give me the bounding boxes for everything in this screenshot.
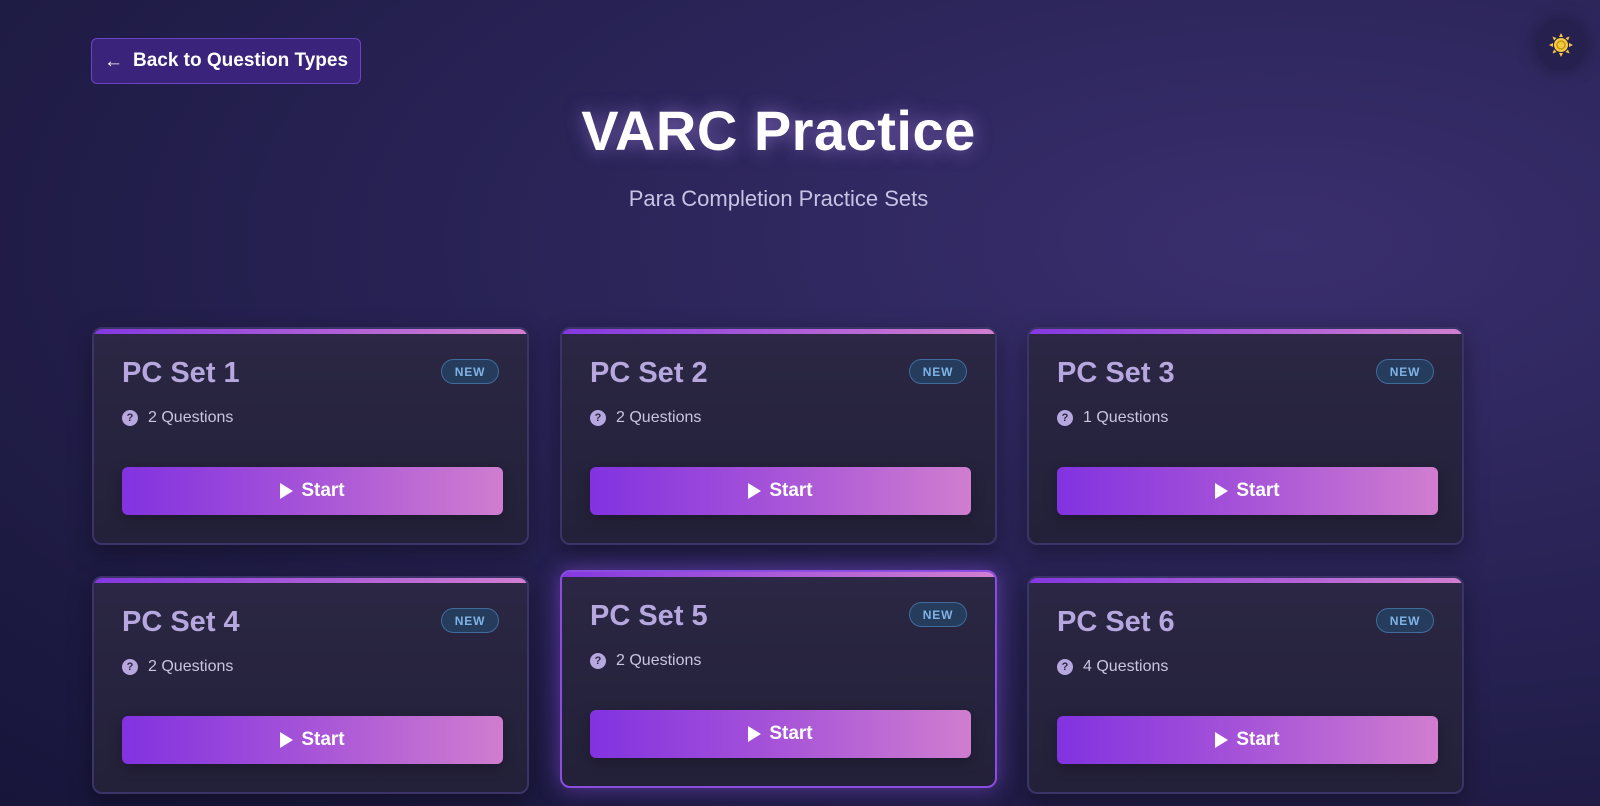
card-accent-bar [562, 572, 995, 577]
new-badge: NEW [909, 602, 967, 627]
question-count: ? 2 Questions [122, 409, 233, 427]
question-count-label: 1 Questions [1083, 409, 1169, 426]
question-count-label: 2 Questions [148, 409, 234, 426]
set-title: PC Set 1 [122, 357, 240, 389]
question-icon: ? [1057, 410, 1073, 426]
new-badge: NEW [1376, 608, 1434, 633]
practice-set-card: PC Set 1 NEW ? 2 Questions Start [92, 327, 529, 545]
play-icon [280, 732, 294, 748]
start-button[interactable]: Start [1057, 716, 1438, 764]
question-count: ? 2 Questions [590, 652, 701, 670]
set-title: PC Set 2 [590, 357, 708, 389]
question-count-label: 2 Questions [616, 409, 702, 426]
new-badge: NEW [909, 359, 967, 384]
practice-set-card: PC Set 3 NEW ? 1 Questions Start [1027, 327, 1464, 545]
card-accent-bar [94, 578, 527, 583]
practice-set-card: PC Set 2 NEW ? 2 Questions Start [560, 327, 997, 545]
page-subtitle: Para Completion Practice Sets [628, 186, 929, 211]
question-count: ? 1 Questions [1057, 409, 1168, 427]
question-count: ? 2 Questions [122, 658, 233, 676]
play-icon [748, 483, 762, 499]
start-label: Start [1236, 729, 1280, 750]
play-icon [280, 483, 294, 499]
set-title: PC Set 4 [122, 606, 240, 638]
question-count-label: 2 Questions [616, 652, 702, 669]
question-count: ? 4 Questions [1057, 658, 1168, 676]
start-label: Start [301, 480, 345, 501]
practice-set-card: PC Set 6 NEW ? 4 Questions Start [1027, 576, 1464, 794]
back-button-label: Back to Question Types [132, 50, 349, 71]
start-label: Start [769, 480, 813, 501]
set-title: PC Set 6 [1057, 606, 1175, 638]
question-icon: ? [1057, 659, 1073, 675]
start-button[interactable]: Start [122, 716, 503, 764]
start-button[interactable]: Start [590, 467, 971, 515]
question-count-label: 4 Questions [1083, 658, 1169, 675]
start-label: Start [769, 723, 813, 744]
set-title: PC Set 3 [1057, 357, 1175, 389]
play-icon [748, 726, 762, 742]
card-accent-bar [562, 329, 995, 334]
question-count-label: 2 Questions [148, 658, 234, 675]
new-badge: NEW [441, 608, 499, 633]
theme-toggle-button[interactable] [1536, 20, 1586, 70]
new-badge: NEW [1376, 359, 1434, 384]
question-icon: ? [122, 659, 138, 675]
practice-set-card: PC Set 5 NEW ? 2 Questions Start [560, 570, 997, 788]
page-title: VARC Practice [581, 99, 976, 162]
card-accent-bar [94, 329, 527, 334]
play-icon [1215, 732, 1229, 748]
play-icon [1215, 483, 1229, 499]
question-icon: ? [590, 410, 606, 426]
card-accent-bar [1029, 578, 1462, 583]
new-badge: NEW [441, 359, 499, 384]
question-icon: ? [590, 653, 606, 669]
start-label: Start [301, 729, 345, 750]
practice-set-card: PC Set 4 NEW ? 2 Questions Start [92, 576, 529, 794]
start-button[interactable]: Start [590, 710, 971, 758]
card-accent-bar [1029, 329, 1462, 334]
start-label: Start [1236, 480, 1280, 501]
back-to-question-types-button[interactable]: ← Back to Question Types [91, 38, 361, 84]
arrow-left-icon: ← [103, 50, 123, 72]
set-title: PC Set 5 [590, 600, 708, 632]
question-icon: ? [122, 410, 138, 426]
start-button[interactable]: Start [1057, 467, 1438, 515]
sun-icon [1549, 33, 1573, 57]
start-button[interactable]: Start [122, 467, 503, 515]
question-count: ? 2 Questions [590, 409, 701, 427]
